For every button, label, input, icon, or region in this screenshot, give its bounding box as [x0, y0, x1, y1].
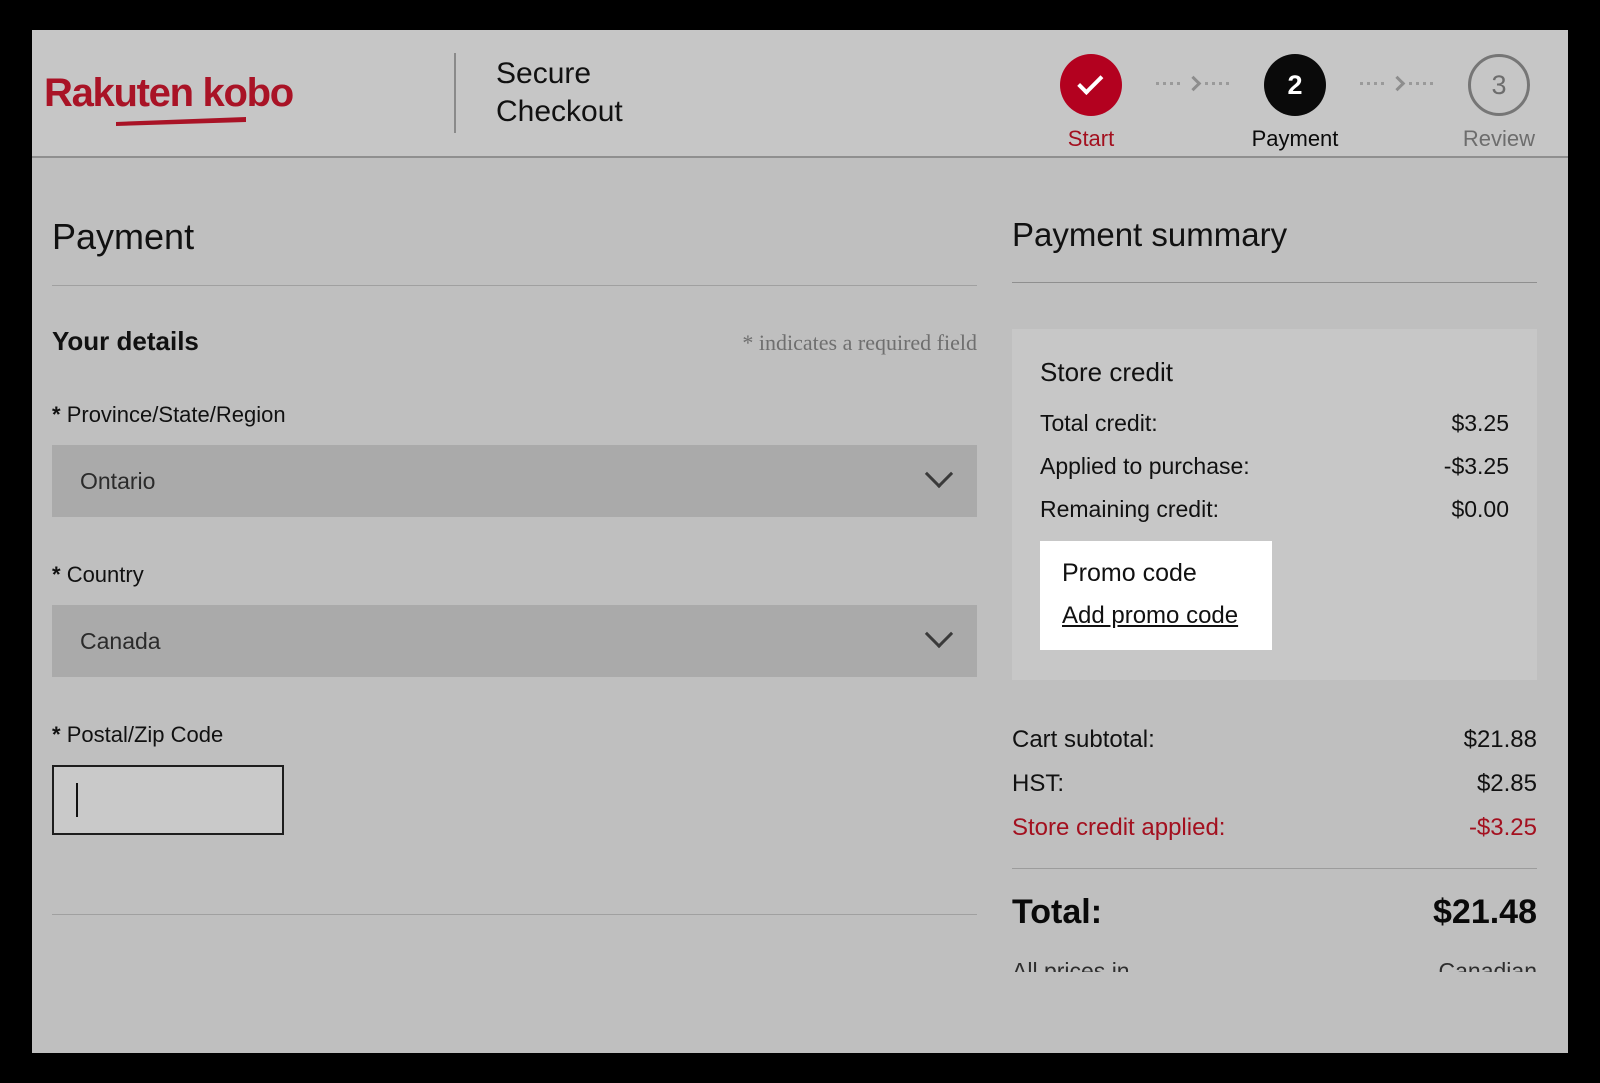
- total-row-subtotal: Cart subtotal: $21.88: [1012, 726, 1537, 754]
- checkout-header: Rakuten kobo Secure Checkout Start 2 Pay…: [32, 30, 1568, 158]
- postal-label-text: Postal/Zip Code: [67, 722, 224, 747]
- postal-field-label: * Postal/Zip Code: [52, 722, 977, 748]
- country-field-label: * Country: [52, 562, 977, 588]
- total-value: $21.88: [1464, 726, 1537, 754]
- currency-note-value: Canadian: [1439, 958, 1537, 972]
- step-review-label: Review: [1463, 126, 1535, 152]
- add-promo-code-link[interactable]: Add promo code: [1062, 602, 1238, 630]
- grand-total-row: Total: $21.48: [1012, 893, 1537, 932]
- step-review-circle: 3: [1468, 54, 1530, 116]
- province-select-value: Ontario: [80, 468, 155, 495]
- step-review[interactable]: 3 Review: [1440, 54, 1558, 152]
- store-credit-value: -$3.25: [1444, 453, 1509, 480]
- chevron-down-icon: [925, 460, 953, 488]
- step-payment-circle: 2: [1264, 54, 1326, 116]
- store-credit-title: Store credit: [1040, 357, 1509, 388]
- rakuten-kobo-logo[interactable]: Rakuten kobo: [44, 73, 344, 113]
- dotted-line-icon: [1360, 82, 1386, 85]
- store-credit-row: Remaining credit: $0.00: [1040, 496, 1509, 523]
- postal-code-input[interactable]: [52, 765, 284, 835]
- payment-form-column: Payment Your details * indicates a requi…: [42, 158, 977, 972]
- province-select[interactable]: Ontario: [52, 445, 977, 517]
- promo-code-title: Promo code: [1062, 559, 1250, 588]
- form-section-divider: [52, 914, 977, 915]
- country-label-text: Country: [67, 562, 144, 587]
- checkout-body: Payment Your details * indicates a requi…: [32, 158, 1568, 972]
- header-divider: [454, 53, 456, 133]
- totals-divider: [1012, 868, 1537, 869]
- province-field-label: * Province/State/Region: [52, 402, 977, 428]
- total-row-store-credit-applied: Store credit applied: -$3.25: [1012, 814, 1537, 842]
- step-connector-1: [1150, 78, 1236, 89]
- payment-heading-divider: [52, 285, 977, 286]
- promo-code-box: Promo code Add promo code: [1040, 541, 1272, 650]
- required-asterisk: *: [52, 402, 61, 427]
- store-credit-row: Applied to purchase: -$3.25: [1040, 453, 1509, 480]
- required-field-note: * indicates a required field: [742, 330, 977, 356]
- required-asterisk: *: [52, 562, 61, 587]
- store-credit-row: Total credit: $3.25: [1040, 410, 1509, 437]
- required-asterisk: *: [52, 722, 61, 747]
- brand-wordmark: Rakuten kobo: [44, 73, 344, 113]
- total-row-tax: HST: $2.85: [1012, 770, 1537, 798]
- summary-title-divider: [1012, 282, 1537, 283]
- grand-total-value: $21.48: [1433, 893, 1537, 932]
- store-credit-label: Applied to purchase:: [1040, 453, 1250, 480]
- dotted-line-icon: [1409, 82, 1435, 85]
- your-details-label: Your details: [52, 326, 199, 357]
- chevron-right-icon: [1389, 76, 1405, 92]
- total-label: Cart subtotal:: [1012, 726, 1155, 754]
- currency-note-clipped: All prices in Canadian: [1012, 958, 1537, 972]
- store-credit-value: $0.00: [1451, 496, 1509, 523]
- country-select-value: Canada: [80, 628, 161, 655]
- dotted-line-icon: [1205, 82, 1231, 85]
- step-start[interactable]: Start: [1032, 54, 1150, 152]
- browser-viewport: Rakuten kobo Secure Checkout Start 2 Pay…: [32, 30, 1568, 1053]
- store-credit-panel: Store credit Total credit: $3.25 Applied…: [1012, 329, 1537, 680]
- brand-swoosh-icon: [116, 117, 246, 126]
- order-totals: Cart subtotal: $21.88 HST: $2.85 Store c…: [1012, 726, 1537, 972]
- total-label: Store credit applied:: [1012, 814, 1225, 842]
- dotted-line-icon: [1156, 82, 1182, 85]
- checkout-stepper: Start 2 Payment 3 Review: [1032, 54, 1558, 152]
- secure-checkout-title: Secure Checkout: [496, 55, 623, 132]
- step-connector-2: [1354, 78, 1440, 89]
- payment-summary-column: Payment summary Store credit Total credi…: [977, 158, 1537, 972]
- store-credit-value: $3.25: [1451, 410, 1509, 437]
- chevron-down-icon: [925, 620, 953, 648]
- summary-title: Payment summary: [1012, 216, 1537, 254]
- step-payment[interactable]: 2 Payment: [1236, 54, 1354, 152]
- currency-note-label: All prices in: [1012, 958, 1130, 972]
- country-select[interactable]: Canada: [52, 605, 977, 677]
- page-title: Payment: [52, 216, 977, 258]
- total-value: -$3.25: [1469, 814, 1537, 842]
- total-label: HST:: [1012, 770, 1064, 798]
- province-label-text: Province/State/Region: [67, 402, 286, 427]
- text-caret: [76, 783, 78, 817]
- store-credit-label: Remaining credit:: [1040, 496, 1219, 523]
- store-credit-label: Total credit:: [1040, 410, 1158, 437]
- step-start-label: Start: [1068, 126, 1114, 152]
- step-start-circle: [1060, 54, 1122, 116]
- check-icon: [1077, 68, 1103, 94]
- grand-total-label: Total:: [1012, 893, 1102, 932]
- total-value: $2.85: [1477, 770, 1537, 798]
- your-details-row: Your details * indicates a required fiel…: [52, 326, 977, 357]
- step-payment-label: Payment: [1252, 126, 1339, 152]
- chevron-right-icon: [1185, 76, 1201, 92]
